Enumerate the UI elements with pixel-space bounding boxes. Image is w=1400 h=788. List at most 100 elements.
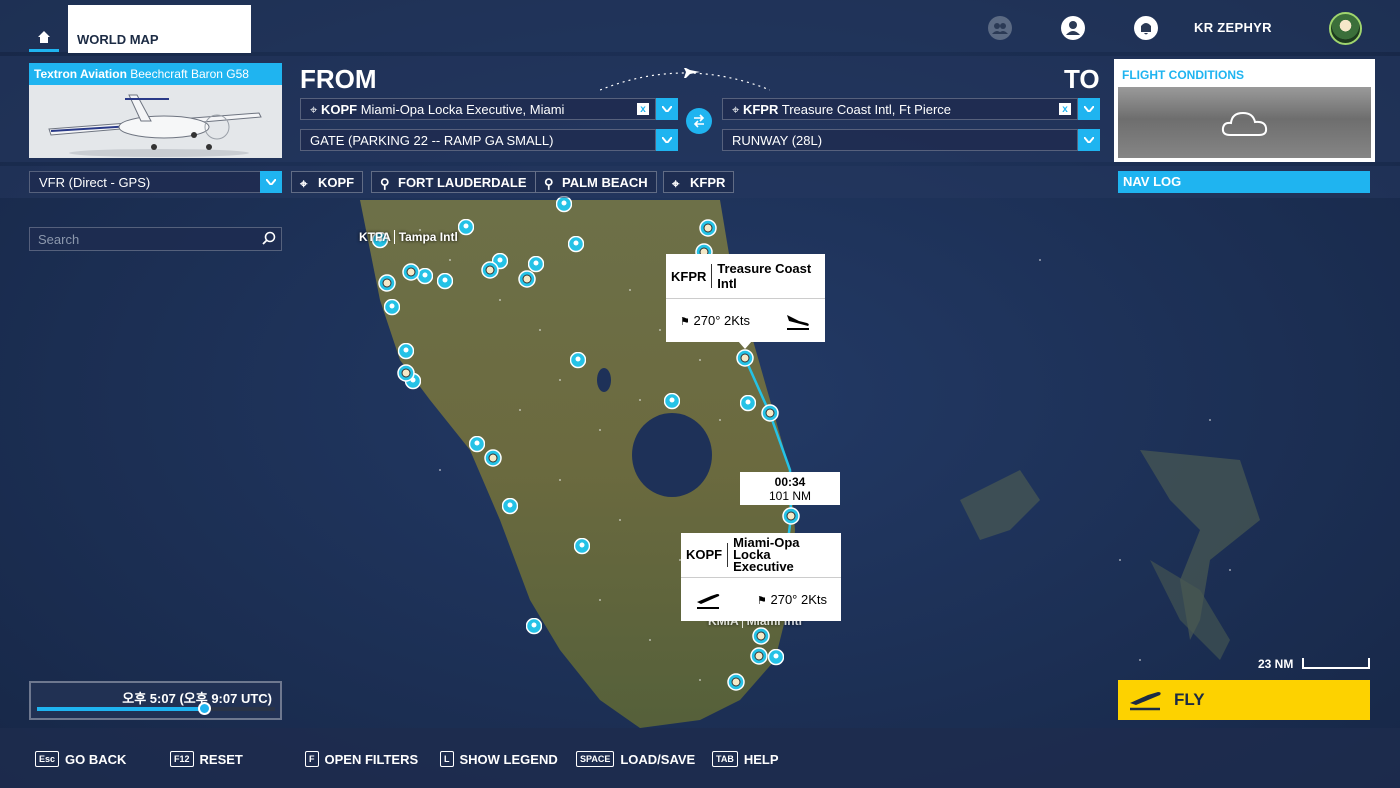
lake-okeechobee xyxy=(632,413,712,497)
map-airport-icon[interactable] xyxy=(402,263,420,281)
map-airport-icon[interactable] xyxy=(699,219,717,237)
map-location-pin-icon[interactable] xyxy=(574,538,590,556)
map-location-pin-icon[interactable] xyxy=(568,236,584,254)
map-airport-icon[interactable] xyxy=(481,261,499,279)
chevron-down-icon xyxy=(1084,137,1094,143)
windsock-icon: ⚑ xyxy=(756,595,767,607)
home-tab[interactable] xyxy=(29,24,59,52)
aircraft-card[interactable]: Textron Aviation Beechcraft Baron G58 xyxy=(29,63,282,158)
map-airport-icon[interactable] xyxy=(750,647,768,665)
footer-action-label: RESET xyxy=(199,751,243,767)
map-airport-icon[interactable] xyxy=(378,274,396,292)
map-location-pin-icon[interactable] xyxy=(502,498,518,516)
flight-conditions-card[interactable]: FLIGHT CONDITIONS xyxy=(1114,59,1375,162)
user-name: KR ZEPHYR xyxy=(1194,20,1272,35)
cloud-icon xyxy=(1221,111,1267,136)
flight-type-select[interactable]: VFR (Direct - GPS) xyxy=(29,171,261,193)
map-location-pin-icon[interactable] xyxy=(526,618,542,636)
arrival-runway-dropdown-button[interactable] xyxy=(1078,129,1100,151)
map-airport-icon[interactable] xyxy=(727,673,745,691)
map-airport-icon[interactable] xyxy=(761,404,779,422)
fly-button[interactable]: FLY xyxy=(1118,680,1370,720)
map-location-pin-icon[interactable] xyxy=(458,219,474,237)
key-hint: Esc xyxy=(35,751,60,767)
map-location-pin-icon[interactable] xyxy=(664,393,680,411)
map-location-pin-icon[interactable] xyxy=(437,273,453,291)
map-scale-label: 23 NM xyxy=(1258,657,1294,671)
map-location-pin-icon[interactable] xyxy=(570,352,586,370)
footer-action-load-save[interactable]: SPACE LOAD/SAVE xyxy=(576,750,695,768)
footer-action-label: HELP xyxy=(743,751,779,767)
airport-crosshair-icon: ⌖ xyxy=(672,176,680,191)
origin-popup[interactable]: KOPF Miami-Opa Locka Executive ⚑ 270° 2Kts xyxy=(681,533,841,621)
flight-type-dropdown-button[interactable] xyxy=(260,171,282,193)
map-location-pin-icon[interactable] xyxy=(740,395,756,413)
landing-icon xyxy=(787,314,809,330)
key-hint: SPACE xyxy=(576,751,615,767)
popup-pointer xyxy=(738,341,752,349)
map-location-pin-icon[interactable] xyxy=(384,299,400,317)
avatar[interactable] xyxy=(1329,12,1362,45)
map-airport-label-ktpa[interactable]: KTPA Tampa Intl xyxy=(359,230,458,244)
footer-action-label: LOAD/SAVE xyxy=(620,751,696,767)
departure-airport-field[interactable]: ⌖ KOPF Miami-Opa Locka Executive, Miami xyxy=(300,98,656,120)
key-hint: TAB xyxy=(712,751,738,767)
location-pin-icon: ⚲ xyxy=(380,176,390,191)
footer-action-go-back[interactable]: Esc GO BACK xyxy=(35,750,126,768)
departure-dropdown-button[interactable] xyxy=(656,98,678,120)
time-of-day-control[interactable]: 오후 5:07 (오후 9:07 UTC) xyxy=(29,681,282,720)
footer-action-reset[interactable]: F12 RESET xyxy=(170,750,243,768)
footer-action-show-legend[interactable]: L SHOW LEGEND xyxy=(440,750,558,768)
key-hint: F xyxy=(305,751,319,767)
departure-start-field[interactable]: GATE (PARKING 22 -- RAMP GA SMALL) xyxy=(300,129,656,151)
map-location-pin-icon[interactable] xyxy=(556,196,572,214)
arrival-airport-field[interactable]: ⌖ KFPR Treasure Coast Intl, Ft Pierce xyxy=(722,98,1078,120)
profile-icon[interactable] xyxy=(1058,13,1088,43)
notifications-icon[interactable] xyxy=(1131,13,1161,43)
clear-arrival-button[interactable]: x xyxy=(1059,103,1071,115)
friends-icon[interactable] xyxy=(985,13,1015,43)
chevron-down-icon xyxy=(266,179,276,185)
map-airport-icon[interactable] xyxy=(397,364,415,382)
departure-start-dropdown-button[interactable] xyxy=(656,129,678,151)
tab-world-map[interactable]: WORLD MAP xyxy=(68,5,251,53)
map-location-pin-icon[interactable] xyxy=(469,436,485,454)
arrival-dropdown-button[interactable] xyxy=(1078,98,1100,120)
from-label: FROM xyxy=(300,64,377,94)
waypoint-chip[interactable]: ⚲ FORT LAUDERDALE xyxy=(371,171,536,193)
waypoint-chip[interactable]: ⌖ KOPF xyxy=(291,171,364,193)
weather-preview xyxy=(1118,87,1371,158)
chevron-down-icon xyxy=(662,106,672,112)
clear-departure-button[interactable]: x xyxy=(637,103,649,115)
map-airport-icon[interactable] xyxy=(518,270,536,288)
time-slider-track[interactable] xyxy=(37,702,275,715)
map-airport-icon[interactable] xyxy=(782,507,800,525)
aircraft-image xyxy=(29,85,282,158)
to-label: TO xyxy=(1064,64,1100,94)
search-input[interactable]: Search xyxy=(29,227,282,251)
footer-action-help[interactable]: TAB HELP xyxy=(712,750,779,768)
waypoint-chip[interactable]: ⚲ PALM BEACH xyxy=(535,171,657,193)
destination-popup[interactable]: KFPR Treasure Coast Intl ⚑ 270° 2Kts xyxy=(666,254,825,342)
chevron-down-icon xyxy=(662,137,672,143)
map-location-pin-icon[interactable] xyxy=(768,649,784,667)
footer-action-label: GO BACK xyxy=(65,751,127,767)
waypoint-chip[interactable]: ⌖ KFPR xyxy=(663,171,735,193)
map-location-pin-icon[interactable] xyxy=(398,343,414,361)
airport-crosshair-icon: ⌖ xyxy=(300,176,308,191)
map-airport-icon[interactable] xyxy=(736,349,754,367)
map-airport-icon[interactable] xyxy=(484,449,502,467)
footer-action-open-filters[interactable]: F OPEN FILTERS xyxy=(305,750,418,768)
chevron-down-icon xyxy=(1084,106,1094,112)
swap-icon xyxy=(693,114,705,128)
swap-airports-button[interactable] xyxy=(686,108,712,134)
footer-action-label: OPEN FILTERS xyxy=(324,751,419,767)
airport-crosshair-icon: ⌖ xyxy=(732,102,740,117)
nav-log-button[interactable]: NAV LOG xyxy=(1118,171,1370,193)
map-airport-icon[interactable] xyxy=(752,627,770,645)
time-slider-handle[interactable] xyxy=(197,702,211,715)
time-slider-fill xyxy=(37,707,204,711)
search-icon[interactable] xyxy=(262,231,276,245)
location-pin-icon: ⚲ xyxy=(544,176,554,191)
arrival-runway-field[interactable]: RUNWAY (28L) xyxy=(722,129,1078,151)
